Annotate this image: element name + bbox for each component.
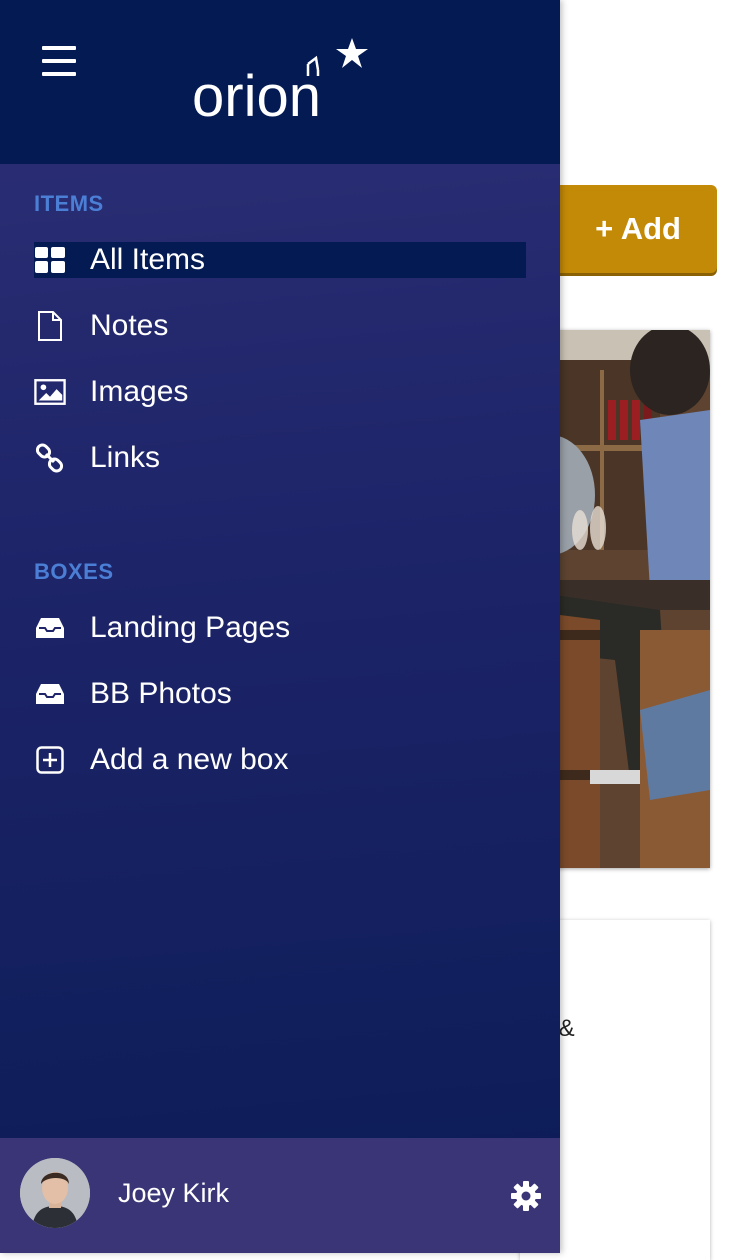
nav-label: Links (90, 441, 161, 474)
image-icon (34, 376, 66, 408)
user-footer: Joey Kirk (0, 1138, 560, 1253)
link-icon (34, 442, 66, 474)
nav-label: BB Photos (90, 677, 232, 710)
nav-item-landing-pages[interactable]: Landing Pages (34, 610, 526, 646)
drawer-header: orion (0, 0, 560, 164)
nav-label: Notes (90, 309, 169, 342)
star-icon (336, 38, 368, 68)
avatar[interactable] (20, 1158, 90, 1228)
nav-label: Add a new box (90, 743, 289, 776)
items-section-title: ITEMS (34, 191, 104, 216)
file-icon (34, 310, 66, 342)
nav-label: All Items (90, 243, 206, 276)
user-name: Joey Kirk (118, 1178, 230, 1208)
menu-icon[interactable] (42, 46, 76, 86)
nav-item-links[interactable]: Links (34, 440, 526, 476)
nav-label: Images (90, 375, 189, 408)
gear-icon[interactable] (510, 1180, 542, 1212)
nav-item-all-items[interactable]: All Items (34, 242, 526, 278)
nav-item-images[interactable]: Images (34, 374, 526, 410)
nav-item-notes[interactable]: Notes (34, 308, 526, 344)
nav-label: Landing Pages (90, 611, 291, 644)
navigation-drawer: orion ITEMS All Items Notes Images Links… (0, 0, 560, 1253)
add-button-label: + Add (595, 211, 681, 246)
orion-logo: orion (192, 38, 368, 122)
inbox-icon (34, 678, 66, 710)
grid-icon (34, 244, 66, 276)
logo-wordmark: orion (192, 64, 321, 122)
boxes-section-title: BOXES (34, 559, 114, 584)
nav-item-add-box[interactable]: Add a new box (34, 742, 526, 778)
plus-square-icon (34, 744, 66, 776)
inbox-icon (34, 612, 66, 644)
nav-item-bb-photos[interactable]: BB Photos (34, 676, 526, 712)
